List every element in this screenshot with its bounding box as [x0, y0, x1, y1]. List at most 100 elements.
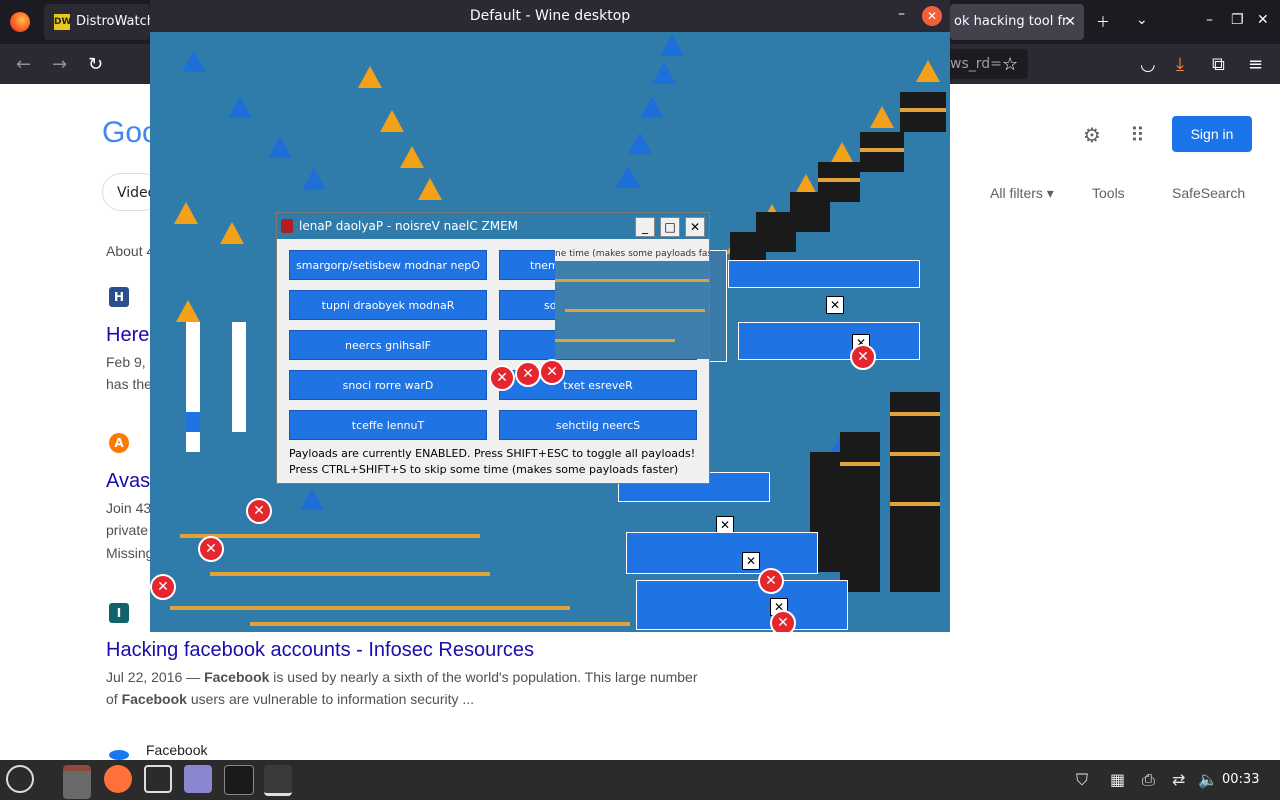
error-icon: ✕ [539, 359, 565, 385]
reload-icon[interactable]: ↻ [88, 54, 103, 75]
warning-icon [300, 488, 324, 510]
glitch-block [730, 232, 766, 262]
wine-glass-icon[interactable] [264, 765, 292, 796]
warning-icon [916, 60, 940, 82]
glitch-stripe [900, 108, 946, 112]
all-filters-button[interactable]: All filters ▾ [990, 185, 1054, 202]
result-site-name: Facebook [146, 742, 208, 758]
error-icon: ✕ [850, 344, 876, 370]
warning-icon [418, 178, 442, 200]
glitch-block [860, 132, 904, 172]
warning-icon [870, 106, 894, 128]
warning-icon [176, 300, 200, 322]
close-icon[interactable]: ✕ [685, 217, 705, 237]
minimize-icon[interactable]: – [1206, 12, 1213, 28]
clock[interactable]: 00:33 [1222, 772, 1259, 787]
warning-icon [628, 132, 652, 154]
warning-icon [400, 146, 424, 168]
close-window-icon[interactable]: ✕ [1257, 12, 1269, 28]
forward-icon[interactable]: → [52, 54, 67, 75]
error-icon: ✕ [758, 568, 784, 594]
settings-gear-icon[interactable]: ⚙ [1083, 123, 1101, 147]
payload-status-text: Payloads are currently ENABLED. Press SH… [289, 447, 696, 460]
all-filters-label: All filters [990, 185, 1043, 201]
tab-label: DistroWatch [76, 14, 150, 29]
close-tab-icon[interactable]: ✕ [1064, 4, 1076, 40]
result-snippet: Join 43 [106, 500, 152, 516]
glitch-stripe [840, 462, 880, 466]
warning-icon [302, 168, 326, 190]
result-title[interactable]: Hacking facebook accounts - Infosec Reso… [106, 639, 534, 662]
minimize-icon[interactable]: _ [635, 217, 655, 237]
minimize-icon[interactable]: – [898, 6, 905, 22]
result-stats: About 4 [106, 243, 155, 259]
glitch-block [840, 432, 880, 592]
payload-button-flashing-screen[interactable]: neercs gnihsalF [289, 330, 487, 360]
warning-icon [380, 110, 404, 132]
error-icon: ✕ [515, 361, 541, 387]
firefox-icon[interactable] [10, 12, 30, 32]
update-manager-icon[interactable]: ▦ [1110, 770, 1125, 789]
site-favicon: A [109, 433, 129, 453]
warning-icon [220, 222, 244, 244]
maximize-icon[interactable]: ❐ [1231, 12, 1244, 28]
error-icon: ✕ [198, 536, 224, 562]
payload-button-draw-error-icons[interactable]: snoci rorre warD [289, 370, 487, 400]
ghost-window [636, 580, 848, 630]
menu-icon[interactable]: ≡ [1248, 54, 1263, 75]
result-title[interactable]: Here [106, 324, 149, 347]
warning-icon [616, 166, 640, 188]
warning-icon [640, 96, 664, 118]
terminal-icon[interactable] [224, 765, 254, 795]
facebook-favicon [109, 750, 129, 760]
tab-distrowatch[interactable]: DW DistroWatch [44, 4, 150, 40]
glitch-stripe [210, 572, 490, 576]
payload-button-open-random-websites[interactable]: smargorp/setisbew modnar nepO [289, 250, 487, 280]
result-snippet: Feb 9, [106, 354, 146, 370]
files-icon[interactable] [63, 765, 91, 799]
firefox-icon[interactable] [104, 765, 132, 793]
window-manager-icon[interactable] [144, 765, 172, 793]
result-snippet: has the [106, 376, 152, 392]
result-date: Jul 22, 2016 — [106, 669, 201, 685]
apps-grid-icon[interactable]: ⠿ [1130, 123, 1145, 147]
safesearch-button[interactable]: SafeSearch [1172, 185, 1245, 201]
wine-title-bar[interactable]: Default - Wine desktop [150, 0, 950, 32]
window-title: Default - Wine desktop [469, 8, 631, 24]
payload-button-tunnel-effect[interactable]: tceffe lennuT [289, 410, 487, 440]
glitch-smear [186, 322, 200, 452]
snippet-text: of [106, 691, 122, 707]
glitch-smear [232, 322, 246, 432]
tab-google-search[interactable]: ok hacking tool fr ✕ [950, 4, 1084, 40]
printer-icon[interactable]: ⎙ [1142, 770, 1155, 790]
glitch-overlay: ne time (makes some payloads faster) [555, 249, 709, 359]
close-icon[interactable]: ✕ [922, 6, 942, 26]
extensions-icon[interactable]: ⧉ [1212, 54, 1225, 75]
ghost-text: ne time (makes some payloads faster) [555, 249, 709, 261]
url-text: ws_rd= [950, 56, 1002, 72]
payload-button-random-keyboard[interactable]: tupni draobyek modnaR [289, 290, 487, 320]
pocket-icon[interactable]: ◡ [1140, 54, 1156, 75]
new-tab-icon[interactable]: ＋ [1096, 12, 1110, 32]
highlight: Facebook [121, 691, 187, 707]
payload-button-screen-glitches[interactable]: sehctilg neercS [499, 410, 697, 440]
error-icon: ✕ [246, 498, 272, 524]
glitch-stripe [555, 339, 675, 342]
mint-menu-icon[interactable] [6, 765, 34, 793]
glitch-stripe [860, 148, 904, 152]
network-icon[interactable]: ⇄ [1172, 770, 1185, 789]
shield-icon[interactable]: ⛉ [1076, 770, 1088, 790]
download-icon[interactable]: ⤓ [1176, 54, 1184, 75]
chevron-down-icon[interactable]: ⌄ [1136, 12, 1148, 28]
volume-icon[interactable]: 🔈 [1198, 770, 1218, 789]
distrowatch-icon: DW [54, 14, 71, 30]
warning-icon [228, 96, 252, 118]
back-icon[interactable]: ← [16, 54, 31, 75]
result-title[interactable]: Avas [106, 470, 150, 493]
tools-button[interactable]: Tools [1092, 185, 1125, 201]
bookmark-star-icon[interactable]: ☆ [1002, 54, 1018, 75]
text-editor-icon[interactable] [184, 765, 212, 793]
sign-in-button[interactable]: Sign in [1172, 116, 1252, 152]
ghost-window [626, 532, 818, 574]
maximize-icon[interactable]: □ [660, 217, 680, 237]
